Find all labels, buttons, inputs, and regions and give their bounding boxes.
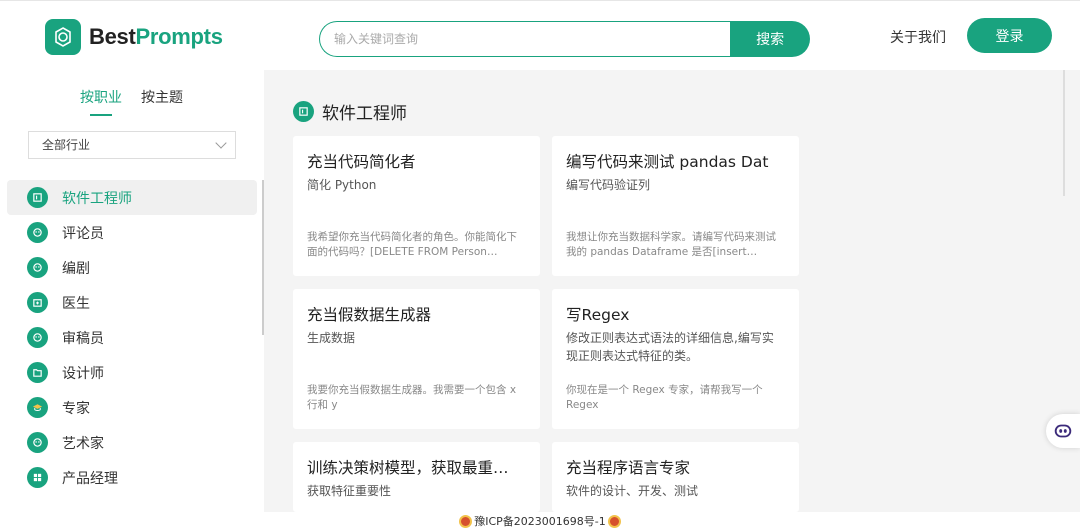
search-button[interactable]: 搜索 [730,21,810,57]
prompt-card[interactable]: 充当代码简化者 简化 Python 我希望你充当代码简化者的角色。你能简化下面的… [293,136,540,276]
sidebar-item-artist[interactable]: 艺术家 [7,425,257,460]
card-title: 充当代码简化者 [307,153,416,171]
prompt-card[interactable]: 写Regex 修改正则表达式语法的详细信息,编写实现正则表达式特征的类。 你现在… [552,289,799,429]
search-bar: 搜索 [319,21,810,57]
graduation-cap-icon [27,397,48,418]
card-description: 我希望你充当代码简化者的角色。你能简化下面的代码吗？[DELETE FROM P… [307,231,517,258]
review-icon [27,327,48,348]
sidebar-item-label: 编剧 [62,260,90,277]
sidebar: 按职业 按主题 全部行业 软件工程师 评论员 编剧 医生 审稿员 设计师 专家 … [0,70,264,514]
robot-icon [1054,424,1072,438]
sidebar-item-label: 软件工程师 [62,190,132,207]
tab-by-topic[interactable]: 按主题 [141,87,183,107]
medical-icon [27,292,48,313]
tab-by-profession[interactable]: 按职业 [80,87,122,116]
section-title: 软件工程师 [293,99,407,124]
profession-menu: 软件工程师 评论员 编剧 医生 审稿员 设计师 专家 艺术家 产品经理 [7,180,257,495]
main-scrollbar[interactable] [1063,70,1065,196]
prompt-card[interactable]: 训练决策树模型，获取最重… 获取特征重要性 [293,442,540,512]
industry-select-value: 全部行业 [42,138,91,152]
card-subtitle: 软件的设计、开发、测试 [566,484,699,498]
police-badge-icon [459,514,473,528]
footer: 豫ICP备2023001698号-1 [0,512,1080,530]
card-subtitle: 获取特征重要性 [307,484,392,498]
sidebar-item-reviewer[interactable]: 审稿员 [7,320,257,355]
prompt-card[interactable]: 充当程序语言专家 软件的设计、开发、测试 [552,442,799,512]
card-title: 充当假数据生成器 [307,306,432,324]
logo-icon [45,19,81,55]
card-title: 训练决策树模型，获取最重… [307,459,509,477]
sidebar-item-doctor[interactable]: 医生 [7,285,257,320]
card-description: 我想让你充当数据科学家。请编写代码来测试我的 pandas Dataframe … [566,231,776,258]
police-badge-icon [607,514,621,528]
category-tabs: 按职业 按主题 [80,87,183,116]
card-title: 充当程序语言专家 [566,459,691,477]
logo-text-prompts: Prompts [135,24,223,49]
code-icon [293,101,314,122]
sidebar-item-label: 专家 [62,400,90,417]
grid-icon [27,467,48,488]
card-description: 你现在是一个 Regex 专家，请帮我写一个 Regex [566,384,763,411]
sidebar-item-software-engineer[interactable]: 软件工程师 [7,180,257,215]
sidebar-item-label: 评论员 [62,225,104,242]
card-subtitle: 修改正则表达式语法的详细信息,编写实现正则表达式特征的类。 [566,331,774,363]
code-icon [27,187,48,208]
sidebar-item-product-manager[interactable]: 产品经理 [7,460,257,495]
palette-icon [27,432,48,453]
sidebar-item-label: 设计师 [62,365,104,382]
sidebar-scrollbar[interactable] [262,180,264,335]
design-icon [27,362,48,383]
card-subtitle: 编写代码验证列 [566,178,651,192]
sidebar-item-expert[interactable]: 专家 [7,390,257,425]
icp-license-link[interactable]: 豫ICP备2023001698号-1 [474,513,606,529]
comment-icon [27,222,48,243]
sidebar-item-label: 医生 [62,295,90,312]
card-subtitle: 生成数据 [307,331,356,345]
prompt-card[interactable]: 充当假数据生成器 生成数据 我要你充当假数据生成器。我需要一个包含 x 行和 y [293,289,540,429]
card-title: 编写代码来测试 pandas Dat [566,153,769,171]
sidebar-item-label: 艺术家 [62,435,104,452]
card-title: 写Regex [566,306,630,324]
about-us-link[interactable]: 关于我们 [890,27,946,47]
assistant-robot-button[interactable] [1046,414,1080,448]
prompt-card[interactable]: 编写代码来测试 pandas Dat 编写代码验证列 我想让你充当数据科学家。请… [552,136,799,276]
sidebar-item-label: 审稿员 [62,330,104,347]
logo-text: BestPrompts [89,24,223,50]
card-description: 我要你充当假数据生成器。我需要一个包含 x 行和 y [307,384,517,411]
logo[interactable]: BestPrompts [45,19,223,55]
logo-text-best: Best [89,24,136,49]
search-input[interactable] [319,21,731,57]
section-title-text: 软件工程师 [322,104,407,124]
card-subtitle: 简化 Python [307,178,377,192]
login-button[interactable]: 登录 [967,18,1052,53]
top-header: BestPrompts 搜索 关于我们 登录 [0,0,1080,70]
sidebar-item-commentator[interactable]: 评论员 [7,215,257,250]
sidebar-item-designer[interactable]: 设计师 [7,355,257,390]
script-icon [27,257,48,278]
industry-select[interactable]: 全部行业 [28,131,236,159]
sidebar-item-label: 产品经理 [62,470,118,487]
chevron-down-icon [215,137,227,149]
sidebar-item-screenwriter[interactable]: 编剧 [7,250,257,285]
